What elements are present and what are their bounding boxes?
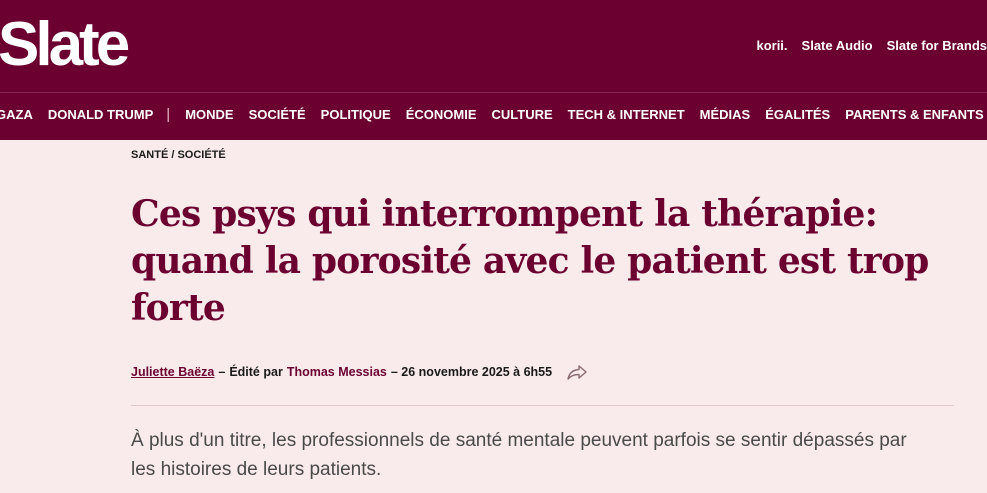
nav-item-donald-trump[interactable]: DONALD TRUMP (48, 107, 153, 122)
byline-dash: – (218, 365, 226, 379)
nav-item-economie[interactable]: ÉCONOMIE (406, 107, 477, 122)
article-lede: À plus d'un titre, les professionnels de… (131, 430, 907, 480)
link-slate-audio[interactable]: Slate Audio (802, 38, 873, 53)
nav-item-medias[interactable]: MÉDIAS (700, 107, 751, 122)
site-header: Slate korii. Slate Audio Slate for Brand… (0, 0, 987, 92)
nav-item-parents-enfants[interactable]: PARENTS & ENFANTS (845, 107, 983, 122)
share-arrow-icon[interactable] (566, 364, 588, 380)
nav-item-monde[interactable]: MONDE (185, 107, 233, 122)
link-korii[interactable]: korii. (756, 38, 787, 53)
nav-separator: | (166, 106, 171, 123)
article-kicker[interactable]: SANTÉ / SOCIÉTÉ (131, 149, 226, 161)
slate-logo[interactable]: Slate (0, 14, 130, 76)
article-headline: Ces psys qui interrompent la thérapie: q… (131, 193, 929, 329)
nav-item-politique[interactable]: POLITIQUE (321, 107, 391, 122)
section-nav: GAZA DONALD TRUMP | MONDE SOCIÉTÉ POLITI… (0, 92, 987, 140)
publish-date: – 26 novembre 2025 à 6h55 (390, 365, 553, 379)
editor-link[interactable]: Thomas Messias (287, 365, 387, 379)
nav-item-tech-internet[interactable]: TECH & INTERNET (568, 107, 685, 122)
nav-item-gaza[interactable]: GAZA (0, 107, 33, 122)
nav-item-societe[interactable]: SOCIÉTÉ (249, 107, 306, 122)
edited-by-label: Édité par (229, 365, 283, 379)
author-link[interactable]: Juliette Baëza (131, 365, 214, 379)
top-links: korii. Slate Audio Slate for Brands (742, 38, 987, 53)
link-slate-for-brands[interactable]: Slate for Brands (887, 38, 987, 53)
nav-item-egalites[interactable]: ÉGALITÉS (765, 107, 830, 122)
section-nav-row: GAZA DONALD TRUMP | MONDE SOCIÉTÉ POLITI… (0, 107, 987, 122)
byline-divider (131, 405, 954, 406)
byline: Juliette Baëza – Édité par Thomas Messia… (131, 364, 588, 380)
nav-item-culture[interactable]: CULTURE (492, 107, 553, 122)
